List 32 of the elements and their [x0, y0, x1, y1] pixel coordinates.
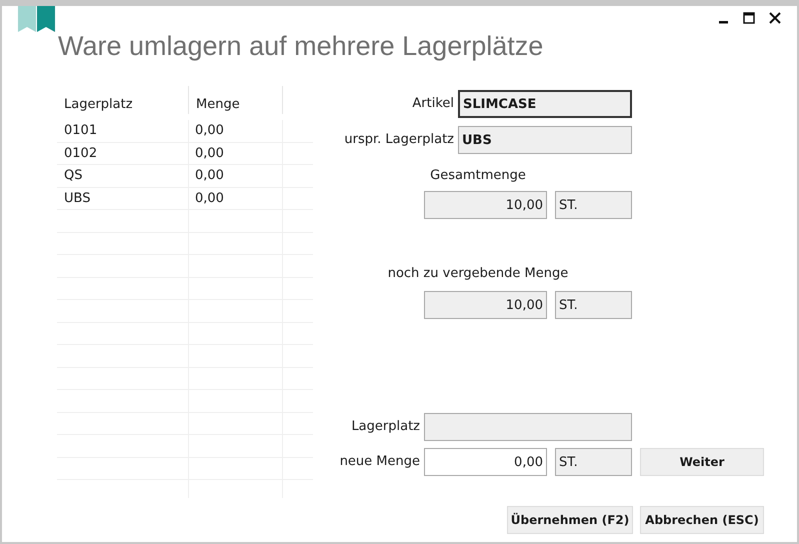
- table-cell: 0,00: [195, 123, 224, 138]
- column-header: Lagerplatz: [64, 96, 133, 114]
- field-label: noch zu vergebende Menge: [386, 265, 570, 283]
- table-cell: QS: [64, 168, 82, 183]
- table-cell: 0,00: [195, 190, 224, 206]
- next-button[interactable]: Weiter: [640, 448, 764, 476]
- cancel-button[interactable]: Abbrechen (ESC): [640, 506, 764, 534]
- table-cell: 0,00: [195, 146, 224, 160]
- input-field[interactable]: 0,00: [424, 448, 547, 476]
- field-label: Artikel: [412, 95, 454, 113]
- field-label: Gesamtmenge: [429, 167, 527, 185]
- field-label: urspr. Lagerplatz: [344, 131, 454, 149]
- input-field[interactable]: UBS: [458, 126, 632, 154]
- input-field[interactable]: 10,00: [424, 291, 547, 319]
- table-cell: 0101: [64, 123, 98, 138]
- input-field[interactable]: 10,00: [424, 191, 547, 219]
- table-cell: 0102: [64, 146, 98, 160]
- apply-button[interactable]: Übernehmen (F2): [507, 506, 633, 534]
- column-header: Menge: [196, 96, 240, 114]
- field-label: neue Menge: [340, 453, 420, 471]
- maximize-icon[interactable]: [743, 12, 755, 24]
- window-title: Ware umlagern auf mehrere Lagerplätze: [58, 31, 544, 61]
- input-field[interactable]: [424, 413, 632, 441]
- input-field[interactable]: SLIMCASE: [458, 90, 632, 118]
- input-field[interactable]: ST.: [555, 291, 632, 319]
- unit-field[interactable]: ST.: [555, 448, 632, 476]
- input-field[interactable]: ST.: [555, 191, 632, 219]
- field-label: Lagerplatz: [351, 418, 420, 436]
- close-icon[interactable]: [769, 12, 781, 24]
- table-cell: 0,00: [195, 168, 224, 183]
- bookmark-icon: [18, 6, 55, 32]
- table-cell: UBS: [64, 190, 90, 206]
